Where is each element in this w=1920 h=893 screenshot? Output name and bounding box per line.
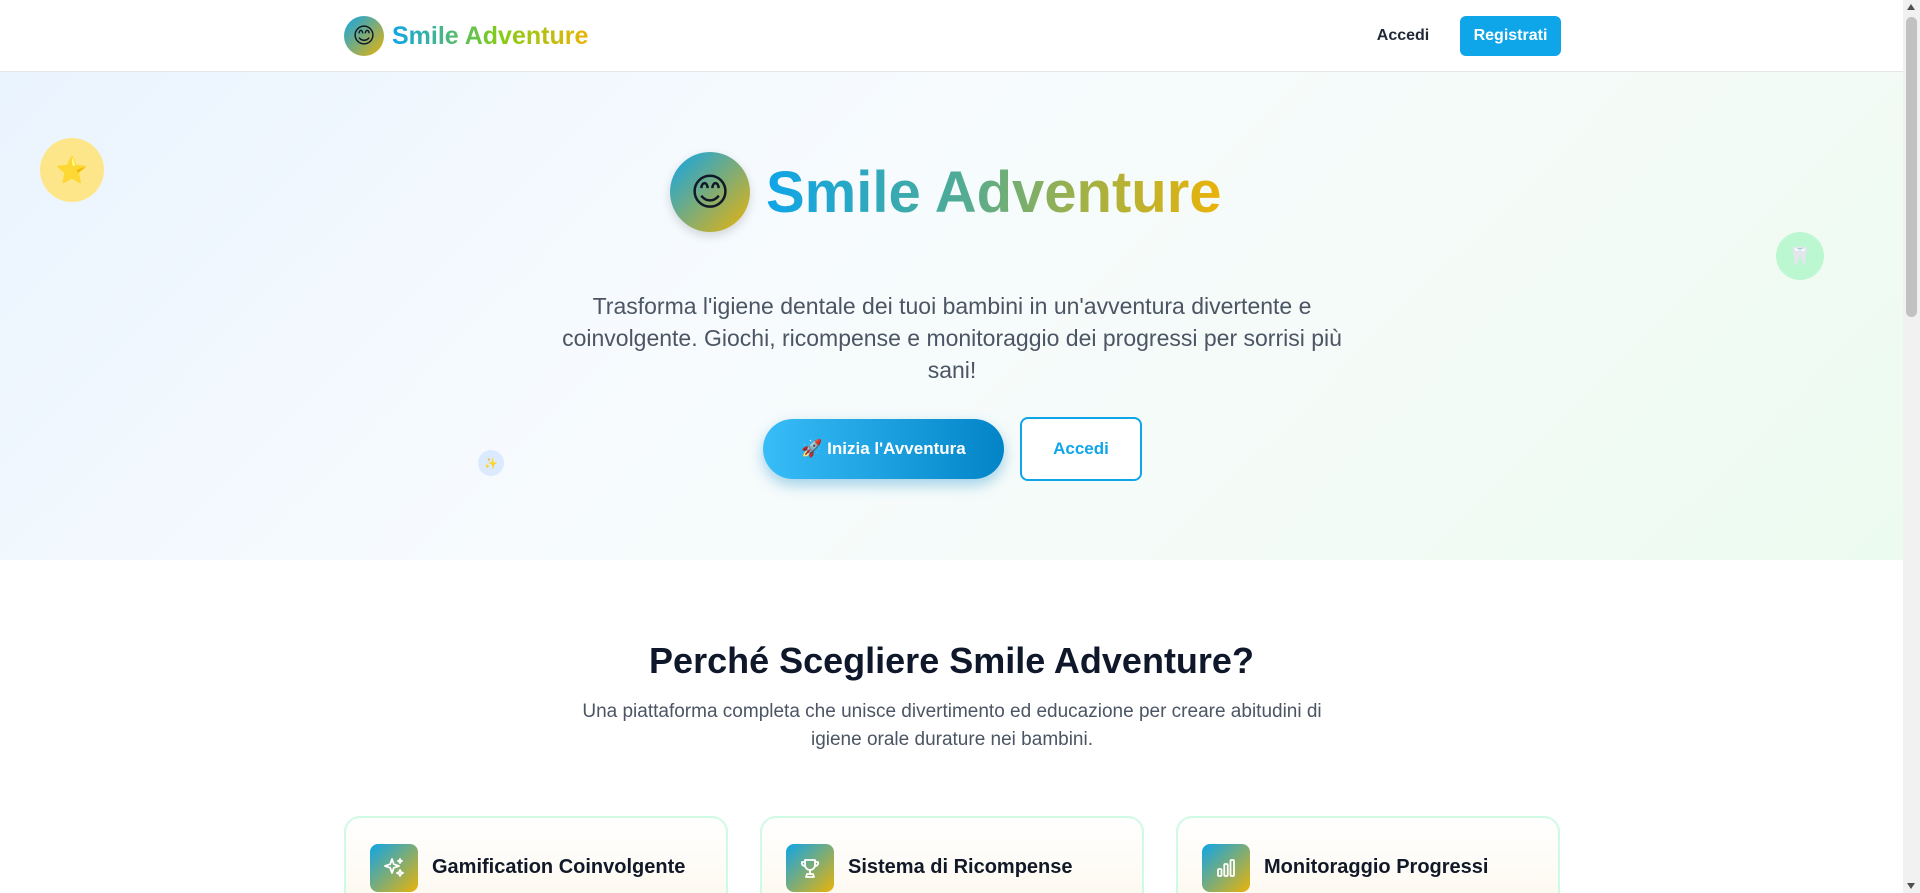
feature-title: Gamification Coinvolgente (432, 856, 686, 878)
feature-card-gamification: Gamification Coinvolgente (344, 816, 728, 893)
feature-title: Monitoraggio Progressi (1264, 856, 1489, 878)
smile-logo-icon: 😊 (344, 16, 384, 56)
hero-section: ⭐ 🦷 ✨ 😊 Smile Adventure Trasforma l'igie… (0, 72, 1903, 560)
brand-name: Smile Adventure (392, 21, 589, 50)
start-adventure-button[interactable]: 🚀 Inizia l'Avventura (763, 419, 1004, 479)
hero-description: Trasforma l'igiene dentale dei tuoi bamb… (562, 293, 1342, 383)
hero-login-button[interactable]: Accedi (1020, 417, 1142, 481)
hero-title: 😊 Smile Adventure (670, 152, 1222, 232)
sparkle-icon: ✨ (478, 450, 504, 476)
brand-link[interactable]: 😊 Smile Adventure (344, 16, 588, 56)
tooth-icon: 🦷 (1776, 232, 1824, 280)
scrollbar-thumb[interactable] (1906, 17, 1917, 317)
smile-emoji-icon: 😊 (352, 23, 376, 48)
hero-heading: Smile Adventure (766, 159, 1222, 225)
hero-smile-emoji-icon: 😊 (690, 171, 730, 214)
feature-title: Sistema di Ricompense (848, 856, 1073, 878)
features-heading: Perché Scegliere Smile Adventure? (649, 640, 1254, 681)
star-icon: ⭐ (40, 138, 104, 202)
features-subtitle: Una piattaforma completa che unisce dive… (582, 701, 1322, 750)
page-scrollbar[interactable] (1903, 0, 1920, 893)
header-login-link[interactable]: Accedi (1368, 24, 1438, 48)
bar-chart-icon (1202, 844, 1250, 892)
hero-smile-logo-icon: 😊 (670, 152, 750, 232)
feature-card-rewards: Sistema di Ricompense (760, 816, 1144, 893)
trophy-icon (786, 844, 834, 892)
header-register-button[interactable]: Registrati (1460, 16, 1561, 56)
top-navbar: 😊 Smile Adventure Accedi Registrati (0, 0, 1903, 72)
scroll-up-arrow-icon[interactable] (1907, 4, 1915, 10)
sparkles-icon (370, 844, 418, 892)
scroll-down-arrow-icon[interactable] (1907, 883, 1915, 889)
feature-card-progress: Monitoraggio Progressi (1176, 816, 1560, 893)
